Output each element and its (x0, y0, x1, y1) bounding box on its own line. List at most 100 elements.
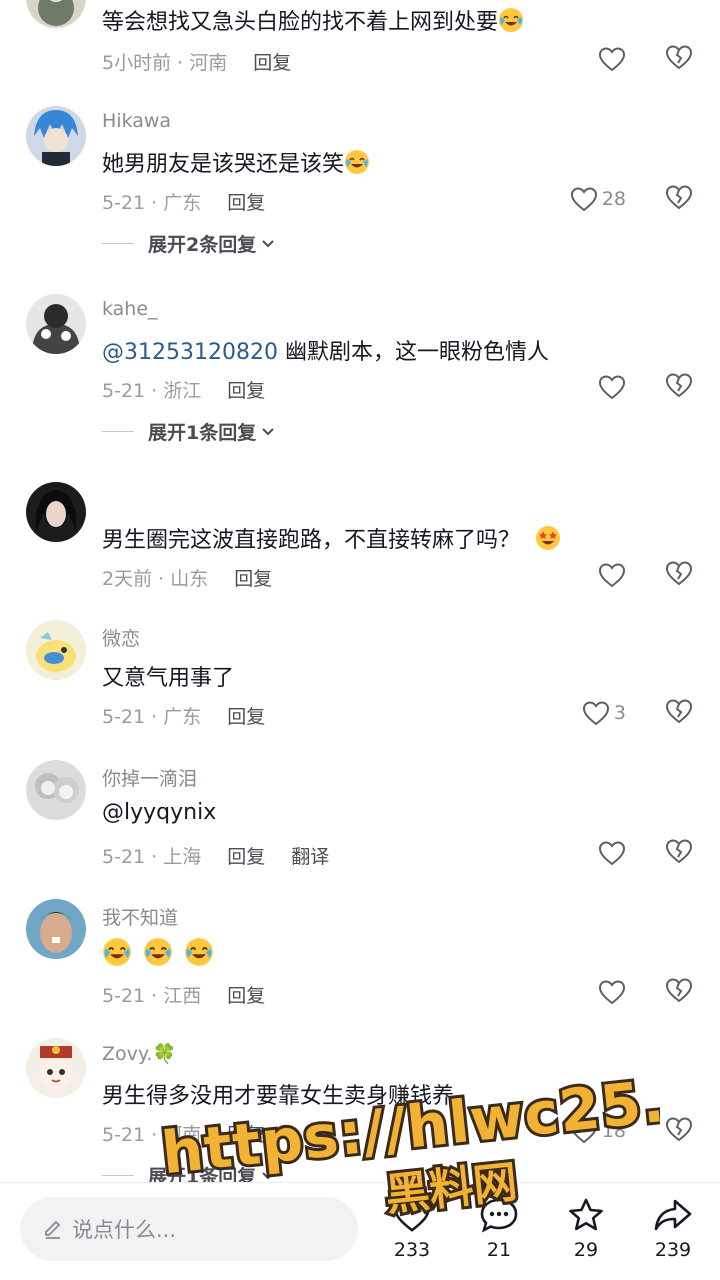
like-count: 3 (613, 702, 626, 724)
username[interactable]: kahe_ (102, 298, 158, 320)
heart-outline-icon (598, 841, 626, 866)
share-count: 239 (654, 1239, 692, 1261)
share-arrow-icon (654, 1199, 692, 1231)
reply-button[interactable]: 回复 (227, 1124, 265, 1146)
dislike-button[interactable] (665, 44, 693, 74)
comment-text: @31253120820 幽默剧本，这一眼粉色情人 (102, 340, 549, 365)
like-button[interactable]: 3 (582, 698, 626, 728)
comment-time: 5小时前 · 河南 (102, 52, 228, 74)
like-button[interactable] (598, 838, 626, 868)
chevron-down-icon (262, 427, 274, 435)
favorite-button[interactable]: 29 (551, 1197, 621, 1261)
comment-input-placeholder: 说点什么... (72, 1218, 177, 1242)
broken-heart-icon (665, 561, 693, 586)
reply-button[interactable]: 回复 (227, 706, 265, 728)
avatar[interactable] (26, 106, 86, 166)
broken-heart-icon (665, 839, 693, 864)
reply-button[interactable]: 回复 (227, 192, 265, 214)
comment-text: 又意气用事了 (102, 666, 235, 691)
comment-time: 5-21 · 广东 (102, 192, 202, 214)
chevron-down-icon (262, 1171, 274, 1179)
comment-time: 5-21 · 上海 (102, 846, 202, 868)
avatar[interactable] (26, 899, 86, 959)
comments-button[interactable]: 21 (464, 1197, 534, 1261)
comment-count: 21 (486, 1239, 512, 1261)
comment-meta: 5-21 · 江西 回复 (102, 981, 265, 1008)
reply-button[interactable]: 回复 (227, 380, 265, 402)
dislike-button[interactable] (665, 372, 693, 402)
heart-outline-icon (598, 563, 626, 588)
comment-time: 5-21 · 河南 (102, 1124, 202, 1146)
broken-heart-icon (665, 45, 693, 70)
like-button[interactable] (598, 977, 626, 1007)
broken-heart-icon (665, 1117, 693, 1142)
laugh-cry-emoji (185, 938, 213, 966)
comment-meta: 5-21 · 浙江 回复 (102, 376, 265, 403)
like-count: 233 (393, 1239, 431, 1261)
avatar[interactable] (26, 760, 86, 820)
heart-outline-icon (570, 187, 597, 212)
reply-button[interactable]: 回复 (253, 52, 291, 74)
like-button[interactable] (598, 44, 626, 74)
comment-time: 5-21 · 广东 (102, 706, 202, 728)
comment-meta: 2天前 · 山东 回复 (102, 564, 272, 591)
heart-outline-icon (598, 980, 626, 1005)
heart-outline-icon (582, 701, 609, 726)
username[interactable]: 微恋 (102, 624, 140, 651)
username[interactable]: Zovy.🍀 (102, 1042, 176, 1065)
translate-button[interactable]: 翻译 (291, 846, 329, 868)
dislike-button[interactable] (665, 184, 693, 214)
reply-button[interactable]: 回复 (227, 985, 265, 1007)
reply-button[interactable]: 回复 (234, 568, 272, 590)
laugh-cry-emoji (103, 938, 131, 966)
avatar[interactable] (26, 0, 86, 28)
username[interactable]: 我不知道 (102, 903, 178, 930)
heart-outline-icon (570, 1119, 597, 1144)
broken-heart-icon (665, 373, 693, 398)
comment-time: 2天前 · 山东 (102, 568, 209, 590)
broken-heart-icon (665, 185, 693, 210)
expand-replies[interactable]: 展开1条回复 (102, 418, 276, 445)
dislike-button[interactable] (665, 977, 693, 1007)
comment-meta: 5-21 · 广东 回复 (102, 702, 265, 729)
laugh-cry-emoji (345, 150, 370, 174)
avatar[interactable] (26, 482, 86, 542)
dislike-button[interactable] (665, 698, 693, 728)
laugh-cry-emoji (499, 8, 524, 32)
avatar[interactable] (26, 294, 86, 354)
star-eyes-emoji (536, 526, 561, 550)
username[interactable]: Hikawa (102, 110, 171, 132)
comment-text: 她男朋友是该哭还是该笑 (102, 146, 370, 178)
share-button[interactable]: 239 (638, 1197, 708, 1261)
star-icon (569, 1198, 603, 1231)
like-button[interactable] (598, 372, 626, 402)
like-button[interactable]: 18 (570, 1116, 626, 1146)
like-count: 18 (601, 1120, 626, 1142)
comment-input[interactable]: 说点什么... (20, 1197, 358, 1261)
like-button[interactable]: 28 (570, 184, 626, 214)
chevron-down-icon (262, 239, 274, 247)
speech-bubble-icon (480, 1198, 518, 1233)
dislike-button[interactable] (665, 560, 693, 590)
comment-meta: 5小时前 · 河南 回复 (102, 48, 291, 75)
reply-button[interactable]: 回复 (227, 846, 265, 868)
avatar[interactable] (26, 620, 86, 680)
dislike-button[interactable] (665, 838, 693, 868)
laugh-cry-emoji (144, 938, 172, 966)
pencil-icon (45, 1220, 61, 1239)
favorite-count: 29 (573, 1239, 599, 1261)
mention-link[interactable]: @31253120820 (102, 340, 278, 365)
dislike-button[interactable] (665, 1116, 693, 1146)
expand-replies[interactable]: 展开2条回复 (102, 230, 276, 257)
like-post-button[interactable]: 233 (377, 1197, 447, 1261)
heart-outline-icon (598, 375, 626, 400)
comment-page: 等会想找又急头白脸的找不着上网到处要 5小时前 · 河南 回复 Hikawa 她男… (0, 0, 720, 1280)
avatar[interactable] (26, 1038, 86, 1098)
like-button[interactable] (598, 560, 626, 590)
username[interactable]: 你掉一滴泪 (102, 764, 197, 791)
broken-heart-icon (665, 699, 693, 724)
comment-time: 5-21 · 江西 (102, 985, 202, 1007)
comment-meta: 5-21 · 河南 回复 (102, 1120, 265, 1147)
comment-time: 5-21 · 浙江 (102, 380, 202, 402)
comment-text: @lyyqynix (102, 800, 217, 825)
